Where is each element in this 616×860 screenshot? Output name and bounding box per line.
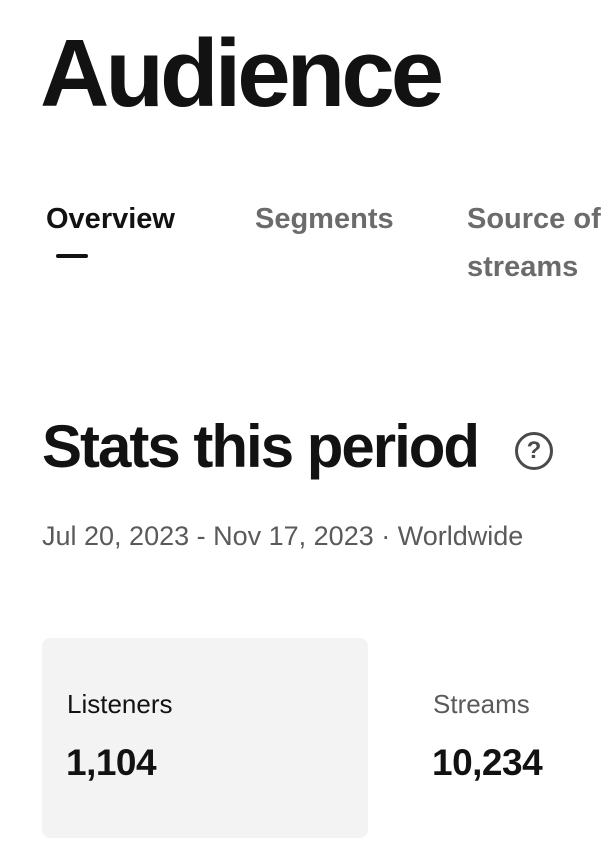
streams-stat-card[interactable]: Streams 10,234: [368, 638, 616, 838]
question-mark-glyph: ?: [526, 437, 542, 464]
listeners-label: Listeners: [67, 689, 173, 719]
tab-segments[interactable]: Segments: [255, 195, 425, 243]
streams-value: 10,234: [432, 742, 543, 783]
listeners-value: 1,104: [66, 742, 157, 783]
page-title: Audience: [40, 20, 444, 127]
tab-overview[interactable]: Overview: [46, 195, 206, 243]
streams-label: Streams: [433, 689, 530, 719]
listeners-stat-card[interactable]: Listeners 1,104: [42, 638, 368, 838]
question-circle-icon[interactable]: ?: [515, 432, 553, 470]
audience-tabs: Overview Segments Source of streams: [0, 195, 616, 345]
period-range-text: Jul 20, 2023 - Nov 17, 2023 · Worldwide: [42, 521, 524, 551]
active-tab-indicator: [56, 254, 88, 258]
tab-source-of-streams[interactable]: Source of streams: [467, 195, 607, 291]
stats-section-title: Stats this period: [42, 413, 480, 480]
